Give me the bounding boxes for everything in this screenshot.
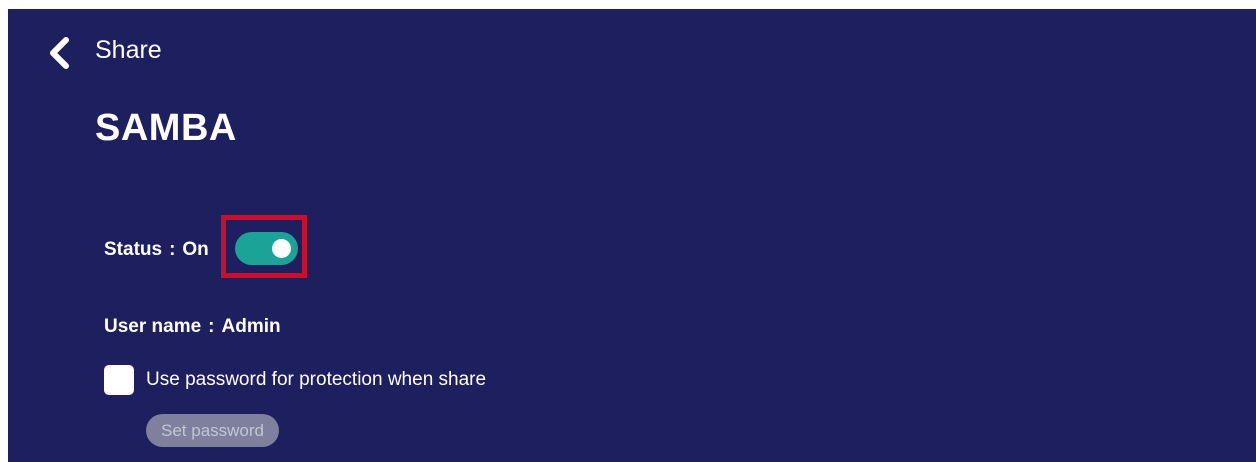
page-title: SAMBA — [95, 107, 237, 149]
status-value: On — [182, 239, 209, 260]
set-password-button[interactable]: Set password — [146, 414, 279, 447]
header-title: Share — [95, 36, 162, 64]
username-label: User name — [104, 316, 202, 337]
username-row: User name: Admin — [104, 314, 281, 340]
password-protection-checkbox[interactable] — [104, 365, 134, 395]
status-separator: : — [169, 239, 176, 260]
status-label: Status — [104, 239, 163, 260]
back-button[interactable] — [42, 35, 78, 71]
status-row: Status : On — [104, 235, 209, 265]
password-protection-label: Use password for protection when share — [146, 369, 487, 390]
status-toggle[interactable] — [235, 232, 298, 265]
samba-settings-screen: Share SAMBA Status : On User name: Admin … — [8, 9, 1256, 462]
chevron-left-icon — [50, 37, 69, 69]
username-separator: : — [208, 316, 215, 337]
username-value: Admin — [221, 316, 281, 337]
toggle-knob — [272, 239, 291, 258]
